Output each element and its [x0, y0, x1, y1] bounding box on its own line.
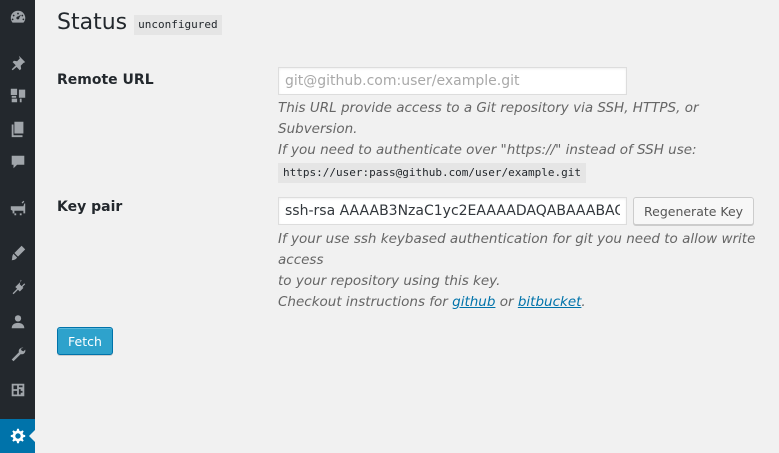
remote-url-desc-line1: This URL provide access to a Git reposit… — [278, 100, 699, 137]
sidebar-item-tools[interactable] — [0, 340, 35, 370]
github-link[interactable]: github — [452, 294, 495, 310]
sidebar-item-pages[interactable] — [0, 114, 35, 144]
sidebar-item-dashboard[interactable] — [0, 2, 35, 32]
sidebar-item-settings[interactable] — [0, 419, 35, 453]
admin-sidebar — [0, 0, 35, 453]
comments-icon — [9, 153, 27, 171]
key-pair-description: If your use ssh keybased authentication … — [278, 229, 779, 313]
key-pair-desc-or: or — [495, 294, 518, 310]
sidebar-item-sort[interactable] — [0, 375, 35, 405]
remote-url-label: Remote URL — [57, 72, 154, 88]
remote-url-input[interactable] — [278, 67, 627, 95]
sidebar-item-posts[interactable] — [0, 48, 35, 78]
sidebar-item-plugins[interactable] — [0, 272, 35, 302]
page-title-text: Status — [57, 10, 128, 35]
users-icon — [9, 313, 27, 331]
appearance-icon — [9, 244, 27, 262]
key-pair-desc-suffix: . — [581, 294, 586, 310]
sort-icon — [9, 381, 27, 399]
key-pair-desc-line3: Checkout instructions for github or bitb… — [278, 292, 779, 313]
bitbucket-link[interactable]: bitbucket — [518, 294, 582, 310]
pin-icon — [9, 54, 27, 72]
sidebar-item-media[interactable] — [0, 80, 35, 110]
key-pair-input[interactable] — [278, 197, 627, 225]
plugins-icon — [9, 278, 27, 296]
dashboard-icon — [9, 8, 27, 26]
page-title: Status unconfigured — [57, 10, 222, 36]
sidebar-item-feedback[interactable] — [0, 193, 35, 223]
key-pair-desc-line2: to your repository using this key. — [278, 273, 501, 289]
tools-icon — [9, 346, 27, 364]
status-badge: unconfigured — [134, 15, 222, 35]
fetch-button[interactable]: Fetch — [57, 327, 113, 355]
sidebar-item-users[interactable] — [0, 307, 35, 337]
remote-url-field-group: This URL provide access to a Git reposit… — [278, 67, 779, 183]
settings-icon — [9, 427, 27, 445]
sidebar-item-appearance[interactable] — [0, 238, 35, 268]
key-pair-desc-line1: If your use ssh keybased authentication … — [278, 231, 756, 268]
media-icon — [9, 86, 27, 104]
sidebar-item-comments[interactable] — [0, 147, 35, 177]
remote-url-description: This URL provide access to a Git reposit… — [278, 98, 779, 183]
feedback-icon — [9, 199, 27, 217]
remote-url-example-code: https://user:pass@github.com/user/exampl… — [278, 163, 587, 183]
key-pair-label: Key pair — [57, 199, 123, 215]
key-pair-desc-prefix: Checkout instructions for — [278, 294, 453, 310]
remote-url-desc-line2: If you need to authenticate over "https:… — [278, 142, 697, 158]
regenerate-key-button[interactable]: Regenerate Key — [633, 197, 755, 225]
pages-icon — [9, 120, 27, 138]
